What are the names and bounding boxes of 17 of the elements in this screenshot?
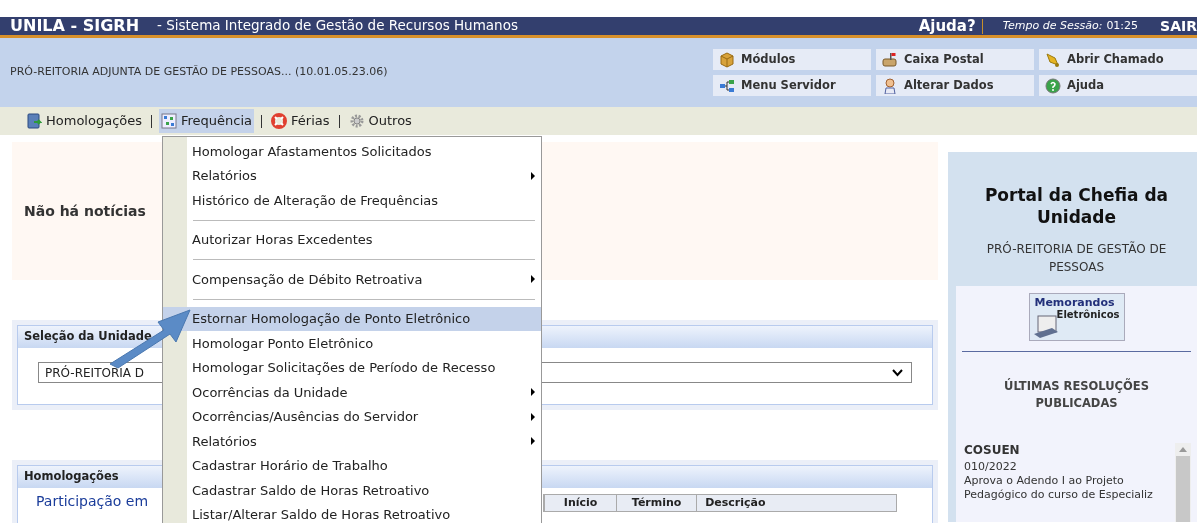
resolution-text: Aprova o Adendo I ao Projeto Pedagógico do curso de Especializ [964,473,1154,502]
portal-unit: PRÓ-REITORIA DE GESTÃO DE PESSOAS [985,240,1168,276]
column-header: Término [616,494,697,511]
session-label: Tempo de Sessão: [1002,17,1103,34]
panel-title: Homologações [24,468,119,486]
resolutions-title: ÚLTIMAS RESOLUÇÕES PUBLICADAS [1003,378,1150,413]
panel-title: Seleção da Unidade [24,328,152,346]
resolution-council: COSUEN [964,442,1021,457]
news-message: Não há notícias [24,201,146,221]
portal-title: Portal da Chefia da Unidade [984,184,1169,228]
unit-name: PRÓ-REITORIA ADJUNTA DE GESTÃO DE PESSOAS... (10.01.05.23.06) [10,64,389,81]
column-header: Início [544,494,617,511]
resolution-number: 010/2022 [964,459,1018,474]
system-subtitle: - Sistema Integrado de Gestão de Recursos Humanos [157,19,518,33]
session-time: 01:25 [1106,17,1139,34]
column-header: Descrição [696,494,897,511]
system-name: UNILA - SIGRH [10,18,139,34]
